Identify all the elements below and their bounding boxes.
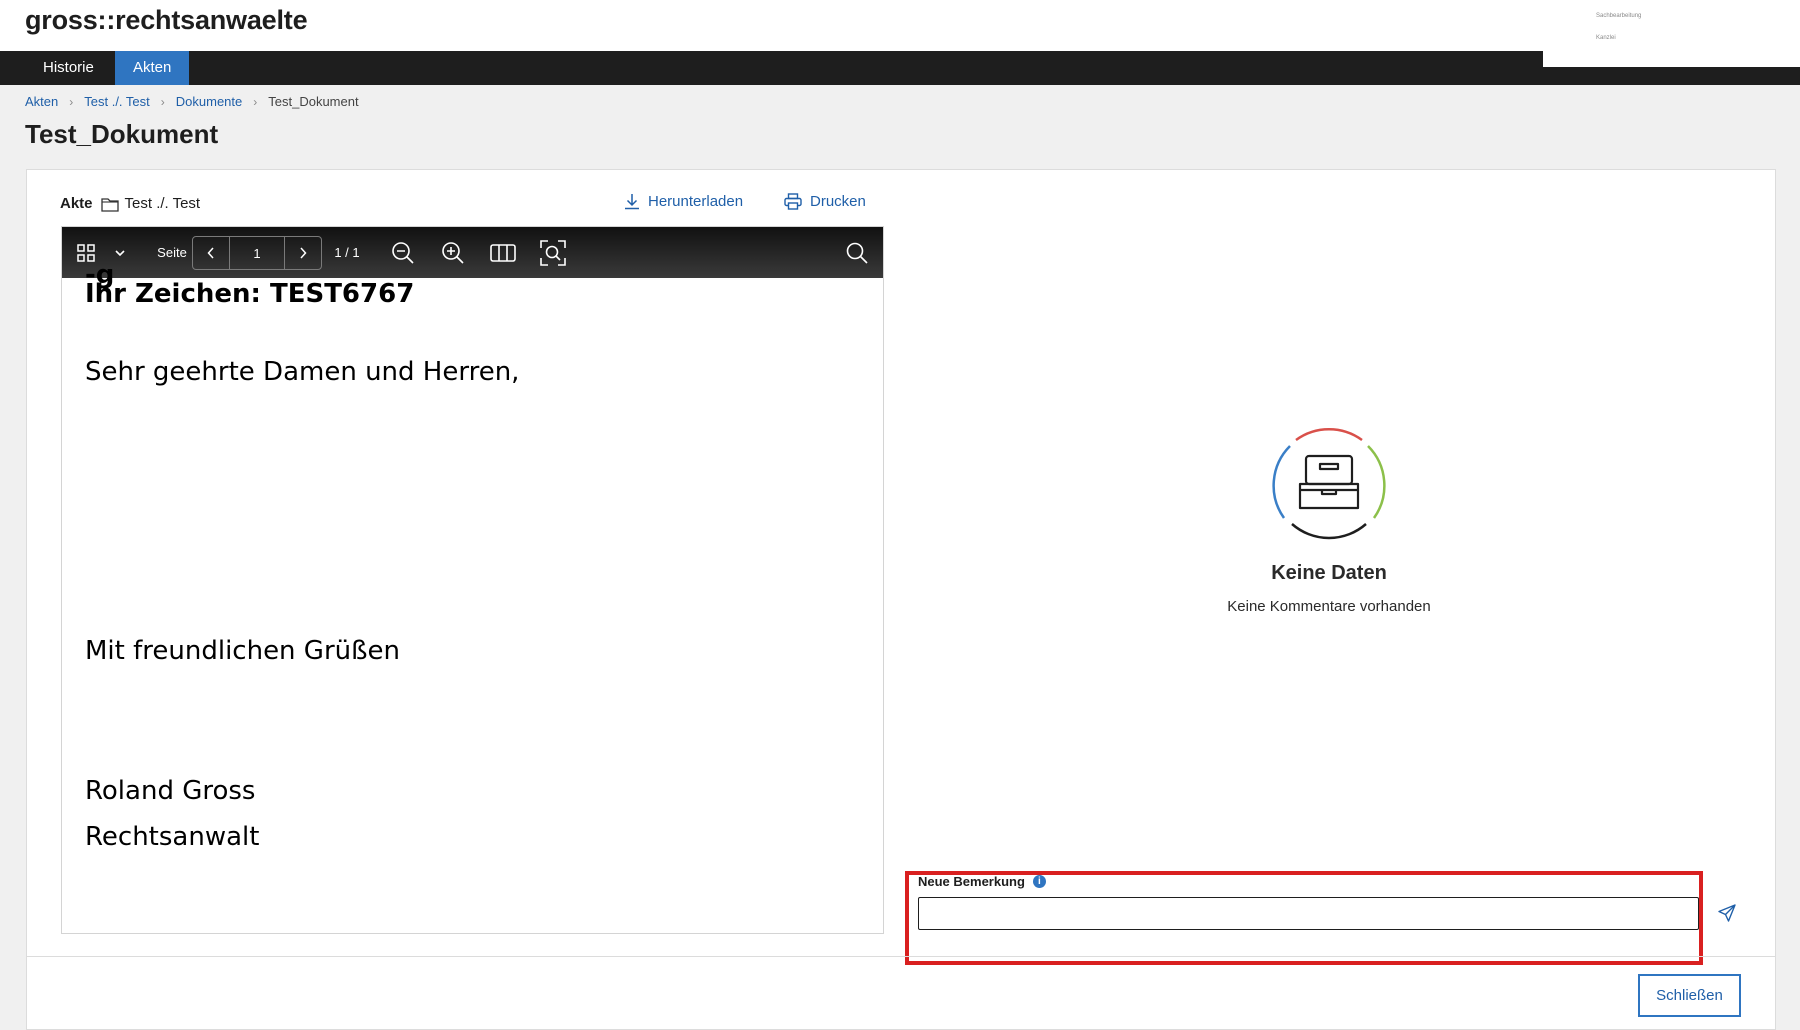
breadcrumb: Akten › Test ./. Test › Dokumente › Test…	[25, 94, 359, 109]
folder-icon	[100, 196, 119, 212]
nav-tab-akten[interactable]: Akten	[115, 51, 190, 85]
chevron-right-icon: ›	[253, 94, 258, 109]
download-icon	[625, 194, 639, 210]
fit-page-icon[interactable]	[538, 227, 568, 278]
document-line-reference: Ihr Zeichen: TEST6767	[85, 279, 415, 309]
page-count: 1 / 1	[334, 245, 360, 260]
send-icon	[1718, 904, 1736, 922]
breadcrumb-akten[interactable]: Akten	[25, 94, 58, 109]
comment-input[interactable]	[918, 897, 1699, 930]
document-line-closing: Mit freundlichen Grüßen	[85, 636, 400, 666]
breadcrumb-akte[interactable]: Test ./. Test	[84, 94, 150, 109]
close-button[interactable]: Schließen	[1638, 974, 1741, 1017]
page-label: Seite	[157, 245, 187, 260]
footer-divider	[27, 956, 1775, 957]
user-menu-dropdown: Sachbearbeitung Kanzlei	[1543, 0, 1800, 67]
zoom-out-icon[interactable]	[388, 227, 418, 278]
user-menu-item-sachbearbeitung[interactable]: Sachbearbeitung	[1596, 13, 1641, 19]
prev-page-icon[interactable]	[193, 237, 229, 269]
comment-label-text: Neue Bemerkung	[918, 874, 1025, 889]
page-title: Test_Dokument	[25, 119, 219, 149]
send-comment-button[interactable]	[1714, 900, 1740, 926]
nav-tab-historie[interactable]: Historie	[25, 51, 112, 85]
akte-label: Akte	[60, 195, 93, 212]
breadcrumb-dokumente[interactable]: Dokumente	[176, 94, 242, 109]
empty-archive-icon	[1272, 427, 1386, 540]
empty-state-title: Keine Daten	[1271, 562, 1387, 584]
main-nav: Historie Akten	[0, 51, 1800, 85]
user-menu-item-kanzlei[interactable]: Kanzlei	[1596, 35, 1616, 41]
pdf-viewer: Seite 1 1 / 1 -g Ihr Zeichen: TEST6767 S…	[61, 226, 884, 934]
page-navigator: 1	[192, 236, 322, 270]
chevron-right-icon: ›	[69, 94, 74, 109]
page-number-input[interactable]: 1	[229, 237, 285, 269]
info-icon[interactable]: i	[1032, 875, 1046, 888]
app-logo[interactable]: gross::rechtsanwaelte	[25, 5, 308, 36]
empty-state-subtitle: Keine Kommentare vorhanden	[1227, 598, 1431, 615]
two-page-view-icon[interactable]	[488, 227, 518, 278]
akte-value[interactable]: Test ./. Test	[125, 195, 201, 212]
download-label: Herunterladen	[648, 193, 744, 210]
document-line-salutation: Sehr geehrte Damen und Herren,	[85, 357, 520, 387]
document-line-signature-name: Roland Gross	[85, 776, 256, 806]
printer-icon	[784, 193, 802, 210]
next-page-icon[interactable]	[285, 237, 321, 269]
chevron-right-icon: ›	[160, 94, 165, 109]
pdf-toolbar: Seite 1 1 / 1	[62, 227, 883, 278]
pdf-page: -g Ihr Zeichen: TEST6767 Sehr geehrte Da…	[62, 260, 883, 933]
document-line-signature-title: Rechtsanwalt	[85, 822, 260, 852]
akte-info: Akte Test ./. Test	[60, 195, 200, 212]
zoom-in-icon[interactable]	[438, 227, 468, 278]
top-bar: gross::rechtsanwaelte	[0, 0, 1800, 51]
print-button[interactable]: Drucken	[784, 193, 866, 210]
comment-label: Neue Bemerkung i	[918, 874, 1046, 889]
breadcrumb-current: Test_Dokument	[268, 94, 359, 109]
print-label: Drucken	[810, 193, 866, 210]
search-icon[interactable]	[842, 227, 872, 278]
download-button[interactable]: Herunterladen	[624, 193, 743, 210]
